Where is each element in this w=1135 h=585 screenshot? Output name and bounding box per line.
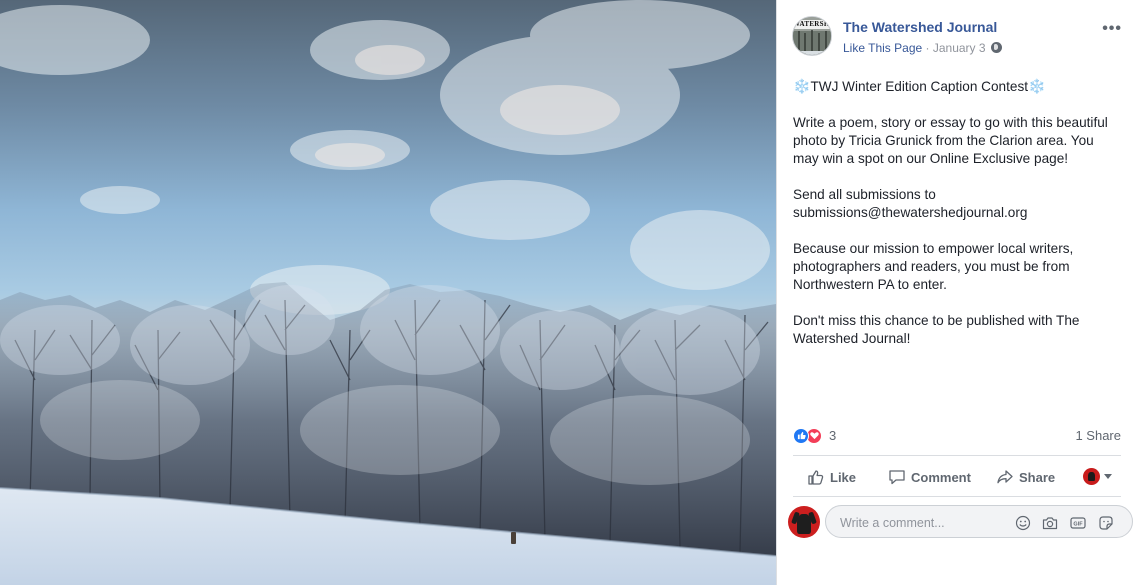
share-icon	[997, 470, 1013, 484]
snowflake-icon: ❄️	[1028, 78, 1046, 94]
post-title: TWJ Winter Edition Caption Contest	[810, 79, 1029, 94]
like-page-link[interactable]: Like This Page	[843, 41, 922, 55]
meta-separator: ·	[925, 41, 930, 55]
action-bar: Like Comment Share	[793, 460, 1121, 494]
avatar-figure	[797, 514, 811, 534]
more-options-button[interactable]: •••	[1102, 20, 1122, 38]
post-panel: WATERSHED The Watershed Journal Like Thi…	[776, 0, 1135, 585]
gif-icon[interactable]: GIF	[1070, 515, 1086, 531]
post-paragraph: Send all submissions to submissions@thew…	[793, 187, 1028, 220]
reaction-count[interactable]: 3	[829, 428, 836, 443]
post-title-line: ❄️TWJ Winter Edition Caption Contest❄️	[793, 77, 1123, 96]
post-paragraph: Don't miss this chance to be published w…	[793, 313, 1080, 346]
post-header: WATERSHED The Watershed Journal Like Thi…	[792, 14, 1122, 60]
share-count[interactable]: 1 Share	[1075, 428, 1121, 443]
snowflake-icon: ❄️	[793, 78, 811, 94]
share-label: Share	[1019, 470, 1056, 485]
globe-icon	[990, 42, 1002, 53]
post-text: ❄️TWJ Winter Edition Caption Contest❄️ W…	[793, 77, 1123, 366]
comment-icon	[889, 470, 905, 485]
like-label: Like	[830, 470, 857, 485]
post-paragraph: Write a poem, story or essay to go with …	[793, 115, 1108, 166]
comment-button[interactable]: Comment	[888, 468, 971, 488]
share-button[interactable]: Share	[996, 468, 1055, 488]
svg-text:GIF: GIF	[1073, 522, 1083, 528]
post-paragraph: Because our mission to empower local wri…	[793, 241, 1074, 292]
post-date[interactable]: January 3	[933, 41, 986, 55]
reactions-summary: 3 1 Share	[793, 427, 1121, 445]
thumbs-up-icon	[808, 470, 824, 485]
divider	[793, 455, 1121, 456]
comment-label: Comment	[911, 470, 971, 485]
sticker-icon[interactable]	[1098, 515, 1114, 531]
comment-composer: Write a comment... GIF	[777, 502, 1135, 540]
page-name-link[interactable]: The Watershed Journal	[843, 19, 997, 35]
post-photo[interactable]	[0, 0, 776, 585]
page-avatar[interactable]: WATERSHED	[792, 16, 832, 56]
user-avatar[interactable]	[788, 506, 820, 538]
comment-input[interactable]: Write a comment... GIF	[825, 505, 1133, 538]
snowy-forest-photo	[0, 0, 776, 585]
camera-icon[interactable]	[1042, 515, 1058, 531]
like-reaction-icon[interactable]	[793, 428, 809, 444]
react-as-selector[interactable]	[1083, 468, 1112, 488]
like-button[interactable]: Like	[807, 468, 856, 488]
chevron-down-icon	[1104, 474, 1112, 479]
avatar-logo-text: WATERSHED	[793, 20, 831, 29]
emoji-icon[interactable]	[1015, 515, 1031, 531]
user-mini-avatar	[1083, 468, 1100, 485]
post-meta: Like This Page · January 3	[843, 41, 1002, 55]
comment-placeholder: Write a comment...	[840, 516, 945, 530]
divider	[793, 496, 1121, 497]
